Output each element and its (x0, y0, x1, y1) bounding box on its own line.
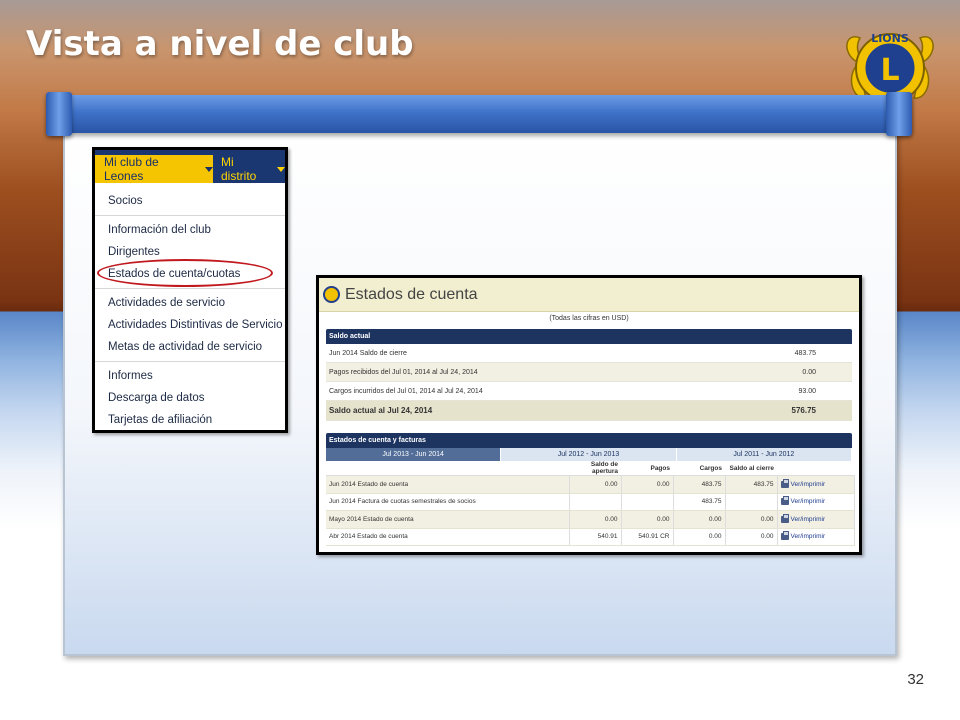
menu-item-members[interactable]: Socios (95, 190, 285, 212)
statements-header: Estados de cuenta y facturas (326, 433, 852, 448)
balance-total-value: 576.75 (791, 406, 816, 415)
cell-closing (725, 493, 778, 511)
chevron-down-icon (277, 166, 285, 172)
menu-item-reports[interactable]: Informes (95, 365, 285, 387)
lions-badge-icon (323, 286, 340, 303)
cell-opening (569, 493, 622, 511)
cell-opening: 0.00 (569, 475, 622, 494)
balance-total-row: Saldo actual al Jul 24, 2014 576.75 (326, 401, 852, 421)
page-number: 32 (907, 671, 924, 688)
statements-table: Saldo de apertura Pagos Cargos Saldo al … (326, 461, 855, 546)
fiscal-year-tabs: Jul 2013 - Jun 2014 Jul 2012 - Jun 2013 … (326, 448, 852, 461)
tab-2012-2013[interactable]: Jul 2012 - Jun 2013 (501, 448, 677, 461)
balance-row-label: Jun 2014 Saldo de cierre (329, 349, 407, 357)
cell-payments (621, 493, 674, 511)
view-print-label: Ver/imprimir (790, 480, 826, 488)
menu-tab-my-club-label: Mi club de Leones (104, 155, 159, 183)
view-print-link[interactable]: Ver/imprimir (777, 510, 855, 529)
printer-icon (780, 478, 789, 488)
view-print-label: Ver/imprimir (790, 498, 826, 506)
account-header: Estados de cuenta (319, 278, 859, 312)
account-screenshot: Estados de cuenta (Todas las cifras en U… (316, 275, 862, 555)
scroll-header-bar (48, 95, 912, 133)
menu-tab-my-district-label: Mi distrito (221, 155, 257, 183)
table-row: Jun 2014 Estado de cuenta 0.00 0.00 483.… (326, 475, 855, 494)
column-header-charges: Cargos (673, 461, 725, 476)
cell-opening: 0.00 (569, 510, 622, 529)
scroll-cap-right (886, 92, 912, 136)
account-title: Estados de cuenta (345, 285, 478, 303)
balance-row-label: Pagos recibidos del Jul 01, 2014 al Jul … (329, 368, 478, 376)
chevron-down-icon (205, 166, 213, 172)
menu-item-service-activities[interactable]: Actividades de servicio (95, 292, 285, 314)
current-balance-section: Saldo actual Jun 2014 Saldo de cierre 48… (326, 329, 852, 421)
printer-icon (780, 531, 789, 541)
logo-text: LIONS (871, 32, 909, 45)
cell-description: Mayo 2014 Estado de cuenta (326, 510, 570, 529)
table-row: Abr 2014 Estado de cuenta 540.91 540.91 … (326, 528, 855, 546)
cell-charges: 0.00 (673, 528, 726, 546)
tab-2013-2014[interactable]: Jul 2013 - Jun 2014 (326, 448, 502, 461)
view-print-link[interactable]: Ver/imprimir (777, 475, 855, 494)
menu-bar: Mi club de Leones Mi distrito (95, 150, 285, 183)
cell-opening: 540.91 (569, 528, 622, 546)
scroll-cap-left (46, 92, 72, 136)
highlight-ellipse (97, 259, 273, 287)
balance-row: Cargos incurridos del Jul 01, 2014 al Ju… (326, 382, 852, 401)
cell-charges: 0.00 (673, 510, 726, 529)
view-print-link[interactable]: Ver/imprimir (777, 493, 855, 511)
cell-description: Jun 2014 Estado de cuenta (326, 475, 570, 494)
club-menu-list: Socios Información del club Dirigentes E… (95, 190, 285, 430)
cell-payments: 0.00 (621, 475, 674, 494)
view-print-link[interactable]: Ver/imprimir (777, 528, 855, 546)
menu-screenshot: Mi club de Leones Mi distrito Socios Inf… (92, 147, 288, 433)
balance-row-value: 93.00 (798, 387, 816, 395)
menu-item-data-download[interactable]: Descarga de datos (95, 387, 285, 409)
table-row: Jun 2014 Factura de cuotas semestrales d… (326, 493, 855, 511)
balance-total-label: Saldo actual al Jul 24, 2014 (329, 406, 433, 415)
cell-description: Abr 2014 Estado de cuenta (326, 528, 570, 546)
cell-closing: 483.75 (725, 475, 778, 494)
menu-item-membership-cards[interactable]: Tarjetas de afiliación (95, 409, 285, 430)
view-print-label: Ver/imprimir (790, 533, 826, 541)
balance-row-value: 483.75 (794, 349, 816, 357)
menu-tab-my-club[interactable]: Mi club de Leones (95, 155, 213, 183)
cell-payments: 540.91 CR (621, 528, 674, 546)
svg-text:L: L (880, 53, 899, 88)
menu-tab-my-district[interactable]: Mi distrito (215, 155, 285, 183)
printer-icon (780, 496, 789, 506)
table-row: Mayo 2014 Estado de cuenta 0.00 0.00 0.0… (326, 510, 855, 529)
column-header-payments: Pagos (621, 461, 673, 476)
statements-section: Estados de cuenta y facturas Jul 2013 - … (326, 433, 855, 546)
slide-title: Vista a nivel de club (26, 24, 414, 64)
column-header (326, 461, 569, 476)
menu-divider (95, 361, 285, 362)
balance-row-label: Cargos incurridos del Jul 01, 2014 al Ju… (329, 387, 483, 395)
cell-closing: 0.00 (725, 528, 778, 546)
balance-row: Jun 2014 Saldo de cierre 483.75 (326, 344, 852, 363)
menu-divider (95, 215, 285, 216)
table-header-row: Saldo de apertura Pagos Cargos Saldo al … (326, 461, 854, 476)
cell-closing: 0.00 (725, 510, 778, 529)
cell-charges: 483.75 (673, 493, 726, 511)
column-header (777, 461, 854, 476)
balance-header: Saldo actual (326, 329, 852, 344)
cell-description: Jun 2014 Factura de cuotas semestrales d… (326, 493, 570, 511)
menu-divider (95, 288, 285, 289)
balance-row-value: 0.00 (802, 368, 816, 376)
view-print-label: Ver/imprimir (790, 515, 826, 523)
menu-item-service-goals[interactable]: Metas de actividad de servicio (95, 336, 285, 358)
cell-charges: 483.75 (673, 475, 726, 494)
menu-item-club-info[interactable]: Información del club (95, 219, 285, 241)
currency-note: (Todas las cifras en USD) (549, 315, 629, 322)
menu-item-signature-activities[interactable]: Actividades Distintivas de Servicio (95, 314, 285, 336)
balance-row: Pagos recibidos del Jul 01, 2014 al Jul … (326, 363, 852, 382)
column-header-opening: Saldo de apertura (569, 461, 621, 476)
printer-icon (780, 513, 789, 523)
tab-2011-2012[interactable]: Jul 2011 - Jun 2012 (676, 448, 852, 461)
column-header-closing: Saldo al cierre (725, 461, 777, 476)
cell-payments: 0.00 (621, 510, 674, 529)
